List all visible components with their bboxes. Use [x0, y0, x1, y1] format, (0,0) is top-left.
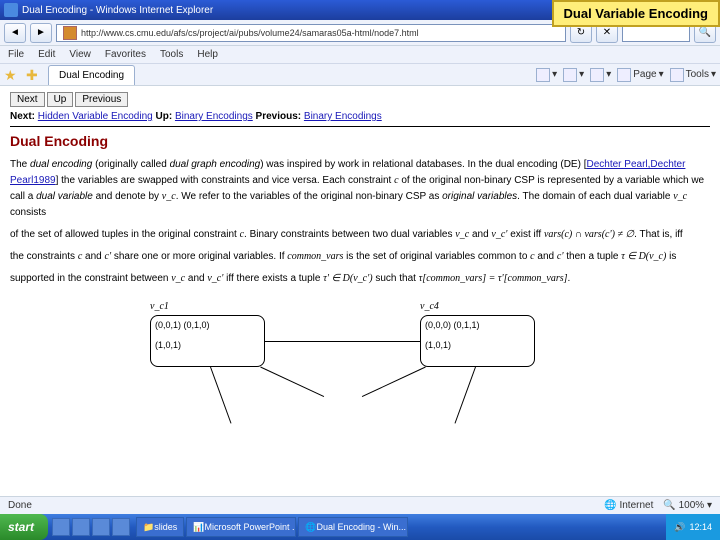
- menu-tools[interactable]: Tools: [160, 49, 183, 60]
- ql-item-4[interactable]: [112, 518, 130, 536]
- menu-edit[interactable]: Edit: [38, 49, 55, 60]
- tools-menu[interactable]: Tools ▾: [670, 68, 716, 82]
- task-folder[interactable]: 📁 slides: [136, 517, 184, 537]
- status-bar: Done 🌐 Internet 🔍 100% ▾: [0, 496, 720, 514]
- ql-item-3[interactable]: [92, 518, 110, 536]
- page-menu[interactable]: Page ▾: [617, 68, 663, 82]
- tray-icon[interactable]: 🔊: [674, 522, 685, 533]
- window-title: Dual Encoding - Windows Internet Explore…: [22, 5, 213, 16]
- menu-bar: File Edit View Favorites Tools Help: [0, 46, 720, 64]
- node-left: (0,0,1) (0,1,0) (1,0,1): [150, 315, 265, 367]
- url-text: http://www.cs.cmu.edu/afs/cs/project/ai/…: [81, 28, 419, 38]
- quick-launch: [52, 518, 130, 536]
- link-next[interactable]: Hidden Variable Encoding: [38, 111, 153, 122]
- home-button[interactable]: ▾: [536, 68, 557, 82]
- menu-help[interactable]: Help: [197, 49, 218, 60]
- feeds-icon: [563, 68, 577, 82]
- system-tray[interactable]: 🔊 12:14: [666, 514, 720, 540]
- page-content: Next Up Previous Next: Hidden Variable E…: [0, 86, 720, 511]
- menu-view[interactable]: View: [69, 49, 91, 60]
- security-zone: 🌐 Internet: [604, 500, 653, 511]
- tab-label: Dual Encoding: [59, 70, 124, 81]
- ie-icon: [4, 3, 18, 17]
- nav-links-line: Next: Hidden Variable Encoding Up: Binar…: [10, 111, 710, 122]
- nav-previous-button[interactable]: Previous: [75, 92, 128, 107]
- edge-cross-left: [260, 367, 324, 397]
- start-button[interactable]: start: [0, 514, 48, 540]
- taskbar: start 📁 slides 📊 Microsoft PowerPoint ..…: [0, 514, 720, 540]
- print-button[interactable]: ▾: [590, 68, 611, 82]
- edge-horizontal: [265, 341, 420, 342]
- node-label-right: v_c4: [420, 301, 439, 312]
- menu-favorites[interactable]: Favorites: [105, 49, 146, 60]
- zoom-level[interactable]: 🔍 100% ▾: [663, 500, 712, 511]
- menu-file[interactable]: File: [8, 49, 24, 60]
- node-label-left: v_c1: [150, 301, 169, 312]
- address-bar[interactable]: http://www.cs.cmu.edu/afs/cs/project/ai/…: [56, 24, 566, 42]
- feeds-button[interactable]: ▾: [563, 68, 584, 82]
- print-icon: [590, 68, 604, 82]
- home-icon: [536, 68, 550, 82]
- ql-item-1[interactable]: [52, 518, 70, 536]
- page-icon2: [617, 68, 631, 82]
- edge-diag-left: [210, 367, 231, 424]
- task-powerpoint[interactable]: 📊 Microsoft PowerPoint ...: [186, 517, 296, 537]
- page-heading: Dual Encoding: [10, 133, 710, 149]
- ql-item-2[interactable]: [72, 518, 90, 536]
- divider: [10, 126, 710, 127]
- task-ie[interactable]: 🌐 Dual Encoding - Win...: [298, 517, 408, 537]
- edge-cross-right: [362, 367, 426, 397]
- page-icon: [63, 26, 77, 40]
- link-prev[interactable]: Binary Encodings: [304, 111, 382, 122]
- node-right: (0,0,0) (0,1,1) (1,0,1): [420, 315, 535, 367]
- page-tab[interactable]: Dual Encoding: [48, 65, 135, 85]
- add-favorites-icon[interactable]: ✚: [26, 67, 42, 83]
- overlay-banner: Dual Variable Encoding: [552, 0, 720, 27]
- body-text: The dual encoding (originally called dua…: [10, 157, 710, 287]
- clock: 12:14: [689, 522, 712, 532]
- edge-diag-right: [455, 367, 476, 424]
- link-up[interactable]: Binary Encodings: [175, 111, 253, 122]
- back-button[interactable]: ◄: [4, 23, 26, 43]
- tab-bar: ★ ✚ Dual Encoding ▾ ▾ ▾ Page ▾ Tools ▾: [0, 64, 720, 86]
- nav-next-button[interactable]: Next: [10, 92, 45, 107]
- status-text: Done: [8, 500, 32, 511]
- favorites-star-icon[interactable]: ★: [4, 67, 20, 83]
- forward-button[interactable]: ►: [30, 23, 52, 43]
- nav-up-button[interactable]: Up: [47, 92, 74, 107]
- tools-icon: [670, 68, 684, 82]
- diagram: v_c1 v_c4 (0,0,1) (0,1,0) (1,0,1) (0,0,0…: [150, 301, 710, 441]
